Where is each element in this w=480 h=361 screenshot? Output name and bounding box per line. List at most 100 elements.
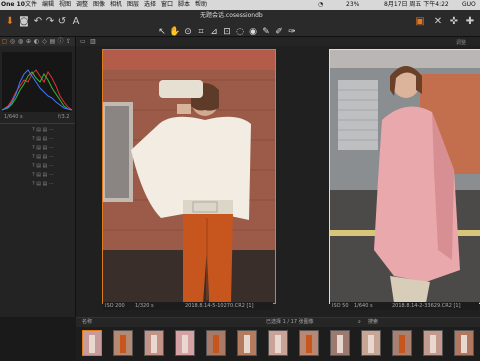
photo-image-2 [330, 50, 480, 303]
histogram-graph [1, 69, 73, 111]
app-menu[interactable]: One 10 [1, 0, 25, 10]
clock[interactable]: 8月17日 周五 下午4:22 [384, 0, 449, 10]
browser-thumbnail[interactable] [206, 330, 226, 356]
browser-thumbnail[interactable] [454, 330, 474, 356]
search-icon[interactable]: ⌕ [358, 318, 361, 327]
menu-window[interactable]: 窗口 [161, 0, 173, 10]
camera-icon[interactable]: ◙ [18, 16, 30, 28]
photo-variant-1[interactable] [102, 49, 276, 304]
viewer: ▭ ▥ 调整 ISO 200 1/320 s 2018.8.14-5-10270… [76, 37, 480, 317]
thumbnail-figure [151, 335, 157, 353]
redo-icon[interactable]: ↷ [44, 16, 56, 28]
apply-adjust-icon[interactable]: ✚ [464, 16, 476, 28]
histogram [1, 52, 73, 112]
thumbnail-figure [399, 335, 405, 353]
thumbnail-figure [337, 335, 343, 353]
color-tab-icon[interactable]: ⊕ [25, 38, 32, 45]
exposure-tab-icon[interactable]: ◐ [33, 38, 40, 45]
undo-icon[interactable]: ↶ [32, 16, 44, 28]
browser-header: 名称 已选择 1 / 17 张图像 ⌕ 搜索 [76, 318, 480, 327]
thumbnail-figure [461, 335, 467, 353]
tool-row-4[interactable]: ? ▤ ▤ ⋯ [32, 154, 74, 160]
browser-thumbnail[interactable] [144, 330, 164, 356]
photo-variant-2[interactable] [329, 49, 480, 304]
browser-sort-label[interactable]: 名称 [82, 318, 92, 327]
thumbnail-figure [213, 335, 219, 353]
export-icon[interactable]: ▣ [414, 16, 426, 28]
tool-row-1[interactable]: ? ▤ ▤ ⋯ [32, 127, 74, 133]
photo1-file: 2018.8.14-5-10270.CR2 [1] [185, 303, 254, 309]
redo-alt-icon[interactable]: ↺ [56, 16, 68, 28]
capture-tab-icon[interactable]: ◎ [9, 38, 16, 45]
thumbnail-figure [430, 335, 436, 353]
menu-adjust[interactable]: 调整 [76, 0, 88, 10]
local-tab-icon[interactable]: ▤ [49, 38, 56, 45]
browser-thumbnail[interactable] [299, 330, 319, 356]
image-browser: 名称 已选择 1 / 17 张图像 ⌕ 搜索 [76, 317, 480, 361]
photo-caption-2: ISO 50 1/640 s 2018.8.14-2-33629.CR2 [1] [330, 302, 479, 310]
browser-thumbnail[interactable] [361, 330, 381, 356]
menu-file[interactable]: 文件 [25, 0, 37, 10]
menu-help[interactable]: 帮助 [195, 0, 207, 10]
tool-row-5[interactable]: ? ▤ ▤ ⋯ [32, 163, 74, 169]
photo1-iso: ISO 200 [105, 303, 125, 309]
photo2-shutter: 1/640 s [354, 303, 373, 309]
viewer-toolbar: ▭ ▥ 调整 [76, 37, 480, 46]
menu-layer[interactable]: 图层 [127, 0, 139, 10]
lens-tab-icon[interactable]: ◍ [17, 38, 24, 45]
menu-image[interactable]: 图像 [93, 0, 105, 10]
panel-divider [0, 123, 75, 124]
battery-percent[interactable]: 23% [346, 0, 359, 10]
thumbnail-figure [182, 335, 188, 353]
window-title: 无题会话.cosessiondb [200, 12, 263, 19]
tool-row-2[interactable]: ? ▤ ▤ ⋯ [32, 136, 74, 142]
thumbnail-figure [368, 335, 374, 353]
tool-row-3[interactable]: ? ▤ ▤ ⋯ [32, 145, 74, 151]
thumbnail-figure [89, 335, 95, 353]
menu-view[interactable]: 视图 [59, 0, 71, 10]
thumbnail-figure [120, 335, 126, 353]
thumbnail-figure [275, 335, 281, 353]
browser-thumbnail[interactable] [268, 330, 288, 356]
search-label[interactable]: 搜索 [368, 318, 378, 327]
viewer-mode-icon[interactable]: ▭ [80, 38, 86, 45]
picker-cross-icon[interactable]: ✕ [432, 16, 444, 28]
menu-script[interactable]: 脚本 [178, 0, 190, 10]
browser-thumbnail[interactable] [113, 330, 133, 356]
copy-adjust-icon[interactable]: ✜ [448, 16, 460, 28]
menu-bar: One 10 文件 编辑 视图 调整 图像 相机 图层 选择 窗口 脚本 帮助 … [0, 0, 480, 10]
library-tab-icon[interactable]: ▢ [1, 38, 8, 45]
browser-thumbnail[interactable] [330, 330, 350, 356]
thumbnail-figure [244, 335, 250, 353]
output-tab-icon[interactable]: ⇪ [65, 38, 72, 45]
import-icon[interactable]: ⬇ [4, 16, 16, 28]
wifi-icon[interactable]: ◔ [318, 0, 323, 10]
metadata-tab-icon[interactable]: ⓘ [57, 38, 64, 45]
tool-row-6[interactable]: ? ▤ ▤ ⋯ [32, 172, 74, 178]
menu-camera[interactable]: 相机 [110, 0, 122, 10]
browser-thumbnail[interactable] [423, 330, 443, 356]
thumbnail-figure [306, 335, 312, 353]
menu-select[interactable]: 选择 [144, 0, 156, 10]
menu-edit[interactable]: 编辑 [42, 0, 54, 10]
browser-thumbnail[interactable] [175, 330, 195, 356]
shutter-value: 1/640 s [4, 114, 23, 120]
viewer-label[interactable]: 调整 [456, 39, 466, 46]
text-icon[interactable]: A [70, 16, 82, 28]
viewer-compare-icon[interactable]: ▥ [90, 38, 96, 45]
photo2-iso: ISO 50 [332, 303, 349, 309]
browser-thumbnail[interactable] [237, 330, 257, 356]
photo2-file: 2018.8.14-2-33629.CR2 [1] [392, 303, 461, 309]
tool-tabs: ▢ ◎ ◍ ⊕ ◐ ◇ ▤ ⓘ ⇪ [0, 37, 75, 46]
browser-thumbnail[interactable] [82, 330, 102, 356]
user-menu[interactable]: GUO [462, 0, 476, 10]
photo1-shutter: 1/320 s [135, 303, 154, 309]
aperture-value: f/3.2 [58, 114, 70, 120]
tool-panel: ▢ ◎ ◍ ⊕ ◐ ◇ ▤ ⓘ ⇪ 1/640 s f/3.2 ? ▤ ▤ ⋯ … [0, 37, 76, 317]
tool-row-7[interactable]: ? ▤ ▤ ⋯ [32, 181, 74, 187]
main-toolbar: 无题会话.cosessiondb ⬇ ◙ ↶ ↷ ↺ A ↖ ✋ ⊙ ⌗ ⊿ ⊡… [0, 10, 480, 37]
details-tab-icon[interactable]: ◇ [41, 38, 48, 45]
browser-thumbnail[interactable] [392, 330, 412, 356]
photo-caption-1: ISO 200 1/320 s 2018.8.14-5-10270.CR2 [1… [103, 302, 273, 310]
photo-image-1 [103, 50, 275, 303]
